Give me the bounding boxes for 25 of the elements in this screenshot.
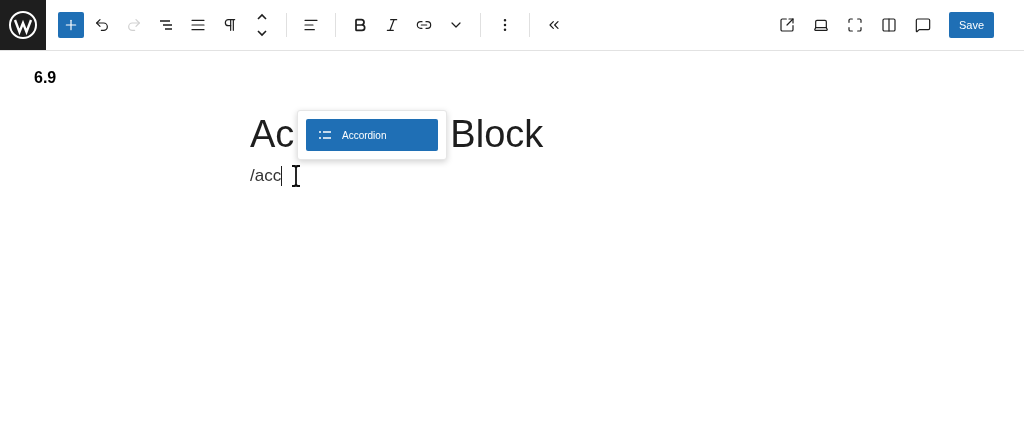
logo[interactable] (0, 0, 46, 50)
accordion-option[interactable]: Accordion (306, 119, 438, 151)
align-left-icon (303, 17, 319, 33)
list-view-icon (158, 17, 174, 33)
plus-icon (63, 17, 79, 33)
bold-icon (352, 17, 368, 33)
post-title[interactable]: Block (450, 113, 544, 156)
italic-icon (384, 17, 400, 33)
post-title[interactable]: Ac (250, 113, 295, 156)
comment-icon (914, 17, 931, 33)
list-icon (318, 129, 332, 141)
version-label: 6.9 (34, 69, 58, 87)
undo-icon (94, 17, 110, 33)
pilcrow-icon (222, 17, 238, 33)
redo-icon (126, 17, 142, 33)
logo-icon (8, 10, 38, 40)
sidebar-icon (880, 17, 897, 33)
move-arrows-icon (255, 11, 269, 39)
save-button[interactable]: Save (948, 12, 994, 38)
paragraph-text[interactable]: /acc (250, 166, 282, 186)
align-icon (190, 17, 206, 33)
laptop-icon (812, 17, 829, 33)
external-link-icon (778, 17, 795, 33)
fullscreen-icon (846, 17, 863, 33)
text-cursor-icon (290, 164, 303, 188)
